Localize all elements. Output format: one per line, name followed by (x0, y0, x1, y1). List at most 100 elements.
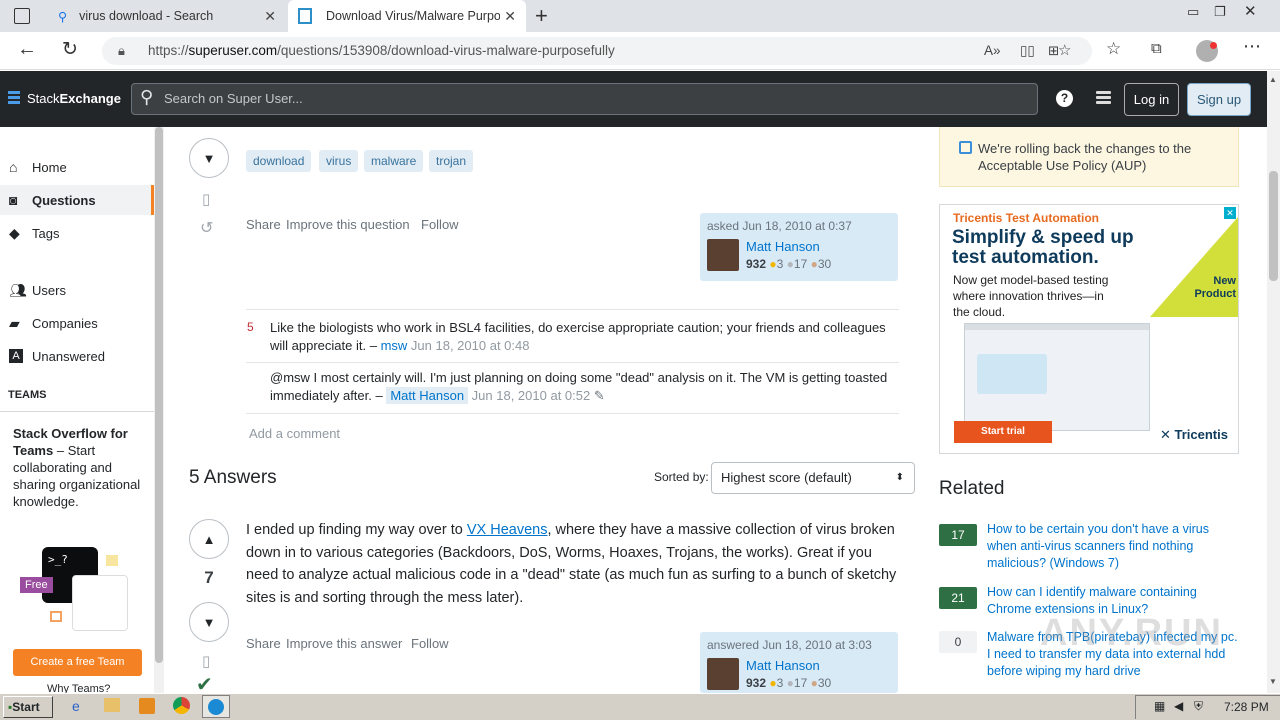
accepted-check-icon: ✔ (196, 674, 213, 696)
volume-icon[interactable]: ◀ (1174, 699, 1183, 713)
user-name-link[interactable]: Matt Hanson (746, 239, 820, 254)
minimize-icon[interactable]: ▭ (1187, 4, 1199, 20)
sidebar-scrollbar[interactable] (154, 127, 164, 693)
site-search-input[interactable]: ⚲ Search on Super User... (131, 83, 1038, 115)
arrow-up-icon: ▲ (202, 531, 216, 547)
follow-link[interactable]: Follow (411, 636, 449, 651)
gold-badge-count: 3 (776, 257, 784, 271)
favorites-icon[interactable]: ☆ (1106, 39, 1121, 59)
downvote-button[interactable]: ▼ (189, 602, 229, 642)
tab-label: virus download - Search (79, 9, 214, 23)
superuser-favicon-icon (298, 8, 312, 24)
nav-item-label: Questions (32, 192, 96, 208)
improve-answer-link[interactable]: Improve this answer (286, 636, 402, 651)
sort-select[interactable]: Highest score (default) ⬍ (711, 462, 915, 494)
share-link[interactable]: Share (246, 636, 281, 651)
tag-download[interactable]: download (246, 150, 312, 172)
read-aloud-icon[interactable]: A» (984, 37, 1001, 65)
downvote-button[interactable]: ▼ (189, 138, 229, 178)
network-icon[interactable]: ▦ (1154, 699, 1165, 713)
stackexchange-logo[interactable]: StackExchange (27, 91, 121, 106)
add-comment-link[interactable]: Add a comment (249, 426, 340, 441)
close-tab-icon[interactable]: ✕ (504, 8, 516, 25)
comment-user-link[interactable]: Matt Hanson (386, 387, 469, 404)
immersive-reader-icon[interactable]: ▯▯ (1020, 37, 1035, 65)
add-favorite-icon[interactable]: ☆ (1058, 37, 1071, 65)
upvote-button[interactable]: ▲ (189, 519, 229, 559)
folder-icon[interactable] (104, 698, 120, 712)
refresh-icon[interactable]: ↻ (62, 38, 78, 61)
answer-body: I ended up finding my way over to VX Hea… (246, 519, 906, 609)
browser-tab-search[interactable]: ⚲ virus download - Search ✕ (48, 0, 286, 32)
new-tab-icon[interactable]: + (535, 3, 548, 29)
nav-item-tags[interactable]: ◆ Tags (0, 218, 154, 248)
tag-virus[interactable]: virus (319, 150, 359, 172)
vx-heavens-link[interactable]: VX Heavens (467, 522, 548, 538)
notice-link[interactable]: We're rolling back the changes to the Ac… (978, 140, 1218, 174)
user-name-link[interactable]: Matt Hanson (746, 658, 820, 673)
stackexchange-logo-icon[interactable] (8, 91, 20, 105)
chrome-icon[interactable] (173, 697, 190, 714)
history-icon[interactable]: ↺ (200, 218, 213, 238)
browser-tab-active[interactable]: Download Virus/Malware Purpos ✕ (288, 0, 526, 32)
related-question-link[interactable]: How to be certain you don't have a virus… (987, 521, 1239, 572)
media-player-icon[interactable] (139, 698, 155, 714)
questions-icon: ◙ (9, 192, 18, 208)
security-icon[interactable]: ⛨ (1194, 699, 1203, 714)
create-team-button[interactable]: Create a free Team (13, 649, 142, 676)
avatar[interactable] (707, 239, 739, 271)
bookmark-icon[interactable]: ▯ (202, 652, 210, 670)
share-link[interactable]: Share (246, 217, 281, 232)
signup-button[interactable]: Sign up (1187, 83, 1251, 116)
help-icon[interactable]: ? (1056, 90, 1073, 107)
url-host: superuser.com (188, 43, 278, 58)
browser-tab-strip: ⚲ virus download - Search ✕ Download Vir… (0, 0, 1280, 32)
silver-badge-count: 17 (793, 257, 808, 271)
comments-divider (246, 309, 899, 310)
scroll-thumb[interactable] (1269, 171, 1278, 281)
bookmark-icon[interactable]: ▯ (202, 190, 210, 208)
ad-screenshot-image (964, 323, 1150, 431)
clock[interactable]: 7:28 PM (1224, 700, 1269, 714)
close-window-icon[interactable]: ✕ (1244, 2, 1257, 20)
page-scrollbar[interactable]: ▲ ▼ (1267, 71, 1280, 693)
ie-icon[interactable]: e (72, 698, 80, 714)
collections-icon[interactable]: ⧉ (1151, 40, 1162, 57)
tab-actions-icon[interactable] (14, 8, 30, 24)
unanswered-icon: A (9, 349, 23, 363)
system-tray: ▦ ◀ ⛨ 7:28 PM (1135, 695, 1280, 719)
more-menu-icon[interactable]: ⋯ (1243, 36, 1261, 57)
scroll-up-icon[interactable]: ▲ (1269, 75, 1277, 84)
site-switcher-icon[interactable] (1096, 91, 1111, 104)
close-tab-icon[interactable]: ✕ (264, 8, 276, 25)
comment-user-link[interactable]: msw (381, 338, 408, 353)
ad-start-trial-button[interactable]: Start trial (954, 421, 1052, 443)
start-button[interactable]: ▪Start (3, 696, 53, 718)
silver-badge-icon: ● (786, 676, 794, 690)
edge-taskbar-button[interactable] (202, 695, 230, 718)
tag-trojan[interactable]: trojan (429, 150, 474, 172)
url-field[interactable]: 🔒︎ https://superuser.com/questions/15390… (102, 37, 1092, 65)
bronze-badge-count: 30 (817, 676, 832, 690)
restore-icon[interactable]: ❐ (1214, 4, 1226, 20)
answered-timestamp: answered Jun 18, 2010 at 3:03 (707, 638, 872, 652)
scroll-down-icon[interactable]: ▼ (1269, 677, 1277, 686)
back-icon[interactable]: ← (17, 38, 37, 61)
nav-item-users[interactable]: 👥︎ Users (0, 275, 154, 305)
avatar[interactable] (707, 658, 739, 690)
advertisement[interactable]: Tricentis Test Automation ✕ Simplify & s… (939, 204, 1239, 454)
bronze-badge-icon: ● (810, 676, 818, 690)
tag-malware[interactable]: malware (364, 150, 424, 172)
edge-icon (208, 699, 224, 715)
nav-item-home[interactable]: ⌂ Home (0, 152, 154, 182)
user-reputation: 932 ●3 ●17 ●30 (746, 257, 831, 271)
follow-link[interactable]: Follow (421, 217, 459, 232)
nav-item-unanswered[interactable]: A Unanswered (0, 341, 154, 371)
logo-text: Stack (27, 91, 60, 106)
nav-item-questions[interactable]: ◙ Questions (0, 185, 154, 215)
login-button[interactable]: Log in (1124, 83, 1179, 116)
profile-avatar[interactable] (1196, 40, 1218, 62)
teams-heading: TEAMS (8, 389, 47, 401)
improve-question-link[interactable]: Improve this question (286, 217, 410, 232)
nav-item-companies[interactable]: ▰ Companies (0, 308, 154, 338)
